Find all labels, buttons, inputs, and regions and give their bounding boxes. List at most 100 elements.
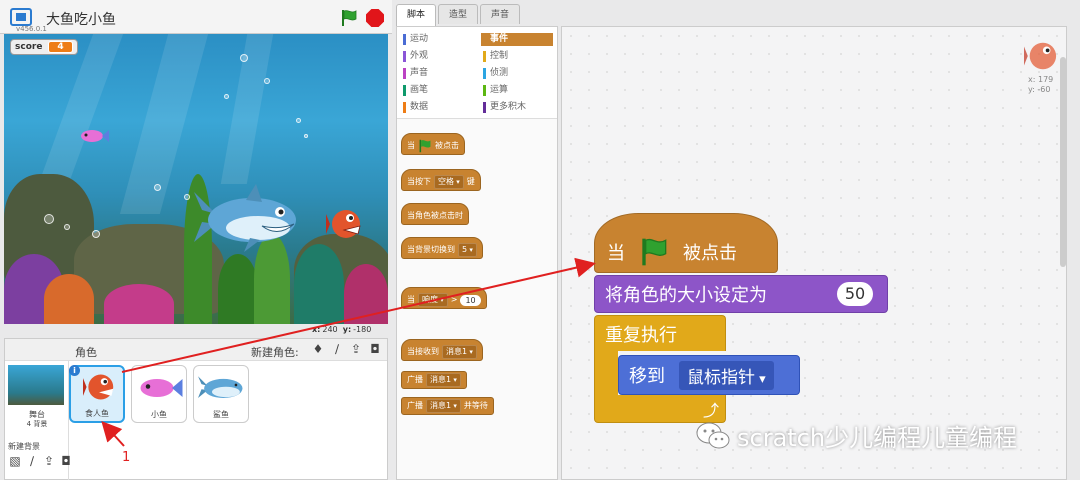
category-pen[interactable]: 画笔 (401, 84, 473, 97)
new-backdrop-tools: ▧ ∕ ⇪ ◘ (8, 454, 73, 468)
sprite-tile-piranha[interactable]: i 食人鱼 (69, 365, 125, 423)
script-go-to[interactable]: 移到 鼠标指针 (618, 355, 800, 395)
camera-icon[interactable]: ◘ (368, 342, 382, 356)
category-control[interactable]: 控制 (481, 50, 553, 63)
bubble (184, 194, 190, 200)
seaweed (344, 264, 388, 324)
bubble (240, 54, 248, 62)
sprite-tile-name: 小鱼 (151, 410, 167, 419)
small-fish-sprite[interactable] (78, 128, 110, 144)
new-sprite-tools: ♦ ∕ ⇪ ◘ (311, 342, 382, 356)
shark-sprite[interactable] (194, 184, 304, 254)
stage-canvas[interactable]: score 4 (4, 34, 388, 324)
tab-scripts[interactable]: 脚本 (396, 4, 437, 26)
message-dropdown[interactable]: 消息1 (426, 373, 461, 387)
script-set-size[interactable]: 将角色的大小设定为 50 (594, 275, 888, 313)
bubble (154, 184, 161, 191)
light-ray (34, 34, 124, 194)
score-value: 4 (48, 41, 73, 53)
category-motion[interactable]: 运动 (401, 33, 473, 46)
block-palette: 运动 事件 外观 控制 声音 侦测 画笔 运算 数据 更多积木 当 被点击 当按… (396, 26, 558, 480)
script-area[interactable]: x: 179 y: -60 当 被点击 将角色的大小设定为 50 重复执行 ⤴ … (561, 26, 1067, 480)
green-flag-icon[interactable] (340, 9, 358, 27)
watermark-text: scratch少儿编程儿童编程 (737, 424, 1018, 452)
vertical-scrollbar[interactable] (1060, 57, 1066, 267)
sprite-x-readout: x: 179 (1028, 75, 1054, 84)
annotation-number: 1 (122, 450, 131, 465)
backdrop-count: 4 背景 (26, 420, 48, 428)
stage-thumbnail[interactable] (8, 365, 64, 405)
block-broadcast[interactable]: 广播 消息1 (401, 371, 467, 389)
choose-sprite-library-icon[interactable]: ♦ (311, 342, 325, 356)
message-dropdown[interactable]: 消息1 (442, 345, 477, 359)
current-sprite-preview (1024, 42, 1057, 70)
stop-icon[interactable] (366, 9, 384, 27)
mouse-coords: x: 240 y: -180 (312, 325, 372, 334)
backdrop-paint-icon[interactable]: ∕ (25, 454, 39, 468)
piranha-sprite[interactable] (326, 206, 362, 242)
seaweed (104, 284, 174, 324)
category-data[interactable]: 数据 (401, 101, 473, 114)
bubble (64, 224, 70, 230)
block-broadcast-and-wait[interactable]: 广播 消息1 并等待 (401, 397, 494, 415)
tab-sounds[interactable]: 声音 (480, 4, 521, 24)
key-dropdown[interactable]: 空格 (434, 175, 464, 189)
bubble (44, 214, 54, 224)
scratch-editor: v456.0.1 大鱼吃小鱼 score 4 x: 240 y: -180 角色… (0, 0, 1080, 480)
block-when-backdrop-switches[interactable]: 当背景切换到 5 (401, 237, 483, 259)
new-sprite-label: 新建角色: (251, 346, 299, 359)
sprite-pane: 角色 新建角色: ♦ ∕ ⇪ ◘ 舞台 4 背景 新建背景 ▧ ∕ ⇪ ◘ i (4, 338, 388, 480)
block-when-key-pressed[interactable]: 当按下 空格 键 (401, 169, 481, 191)
tab-costumes[interactable]: 造型 (438, 4, 479, 24)
score-monitor[interactable]: score 4 (10, 39, 78, 55)
fullscreen-icon[interactable] (10, 8, 32, 26)
info-icon[interactable]: i (69, 365, 80, 376)
bubble (92, 230, 100, 238)
stage-column: 舞台 4 背景 新建背景 ▧ ∕ ⇪ ◘ (5, 361, 71, 480)
stage-header: v456.0.1 大鱼吃小鱼 (0, 0, 392, 34)
category-sensing[interactable]: 侦测 (481, 67, 553, 80)
green-flag-icon (419, 139, 431, 153)
project-title[interactable]: 大鱼吃小鱼 (46, 9, 116, 29)
go-to-target-dropdown[interactable]: 鼠标指针 (679, 360, 774, 390)
block-when-flag-clicked[interactable]: 当 被点击 (401, 133, 465, 155)
seaweed (44, 274, 94, 324)
backdrop-library-icon[interactable]: ▧ (8, 454, 22, 468)
sprite-y-readout: y: -60 (1028, 85, 1051, 94)
paint-brush-icon[interactable]: ∕ (330, 342, 344, 356)
category-more-blocks[interactable]: 更多积木 (481, 101, 553, 114)
backdrop-upload-icon[interactable]: ⇪ (42, 454, 56, 468)
block-when-sprite-clicked[interactable]: 当角色被点击时 (401, 203, 469, 225)
bubble (304, 134, 308, 138)
category-operators[interactable]: 运算 (481, 84, 553, 97)
small-fish-thumb-icon (140, 379, 183, 397)
backdrop-dropdown[interactable]: 5 (458, 243, 477, 257)
sprite-tile-shark[interactable]: 鲨鱼 (193, 365, 249, 423)
sprites-label: 角色 (75, 346, 97, 359)
backdrop-camera-icon[interactable]: ◘ (59, 454, 73, 468)
seaweed (218, 254, 258, 324)
sprite-tile-small-fish[interactable]: 小鱼 (131, 365, 187, 423)
sprite-tile-name: 鲨鱼 (213, 410, 229, 419)
piranha-thumb-icon (83, 374, 114, 400)
category-events[interactable]: 事件 (481, 33, 553, 46)
new-backdrop-label: 新建背景 (8, 442, 40, 451)
bubble (264, 78, 270, 84)
sensor-dropdown[interactable]: 响度 (418, 293, 448, 307)
upload-icon[interactable]: ⇪ (349, 342, 363, 356)
category-sound[interactable]: 声音 (401, 67, 473, 80)
sprite-pane-header: 角色 新建角色: ♦ ∕ ⇪ ◘ (5, 339, 387, 361)
threshold-input[interactable]: 10 (460, 294, 481, 306)
shark-thumb-icon (198, 376, 243, 399)
block-when-greater-than[interactable]: 当 响度 > 10 (401, 287, 487, 309)
script-forever[interactable]: 重复执行 (594, 315, 726, 351)
category-looks[interactable]: 外观 (401, 50, 473, 63)
bubble (296, 118, 301, 123)
script-when-flag-clicked[interactable]: 当 被点击 (594, 213, 778, 273)
score-label: score (15, 42, 43, 52)
editor-tabs: 脚本 造型 声音 (396, 4, 521, 26)
wechat-icon (696, 422, 730, 448)
message-dropdown[interactable]: 消息1 (426, 399, 461, 413)
size-input[interactable]: 50 (837, 282, 873, 306)
block-when-receive[interactable]: 当接收到 消息1 (401, 339, 483, 361)
